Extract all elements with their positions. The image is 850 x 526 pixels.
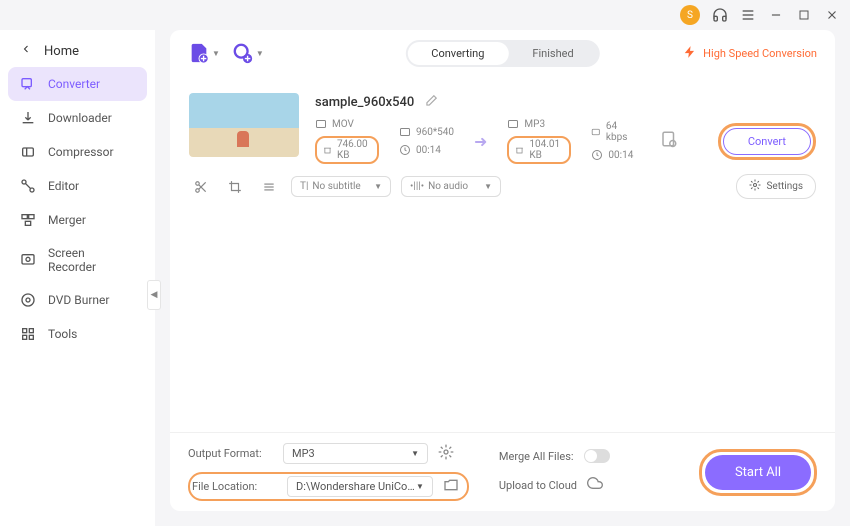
lightning-icon bbox=[683, 45, 697, 62]
sidebar-item-label: Tools bbox=[48, 327, 77, 341]
dvd-burner-icon bbox=[20, 292, 36, 308]
convert-button[interactable]: Convert bbox=[723, 128, 811, 155]
dst-bitrate: 64 kbps bbox=[591, 121, 633, 143]
sidebar-back-label: Home bbox=[44, 44, 79, 59]
src-resolution: 960*540 bbox=[399, 126, 454, 138]
chevron-down-icon: ▼ bbox=[416, 482, 424, 491]
sidebar-item-label: Converter bbox=[48, 77, 100, 91]
tools-icon bbox=[20, 326, 36, 342]
src-duration: 00:14 bbox=[399, 144, 454, 156]
arrow-icon: ➜ bbox=[474, 132, 487, 151]
sidebar-item-label: Compressor bbox=[48, 145, 114, 159]
output-settings-icon[interactable] bbox=[438, 444, 454, 464]
subtitle-icon: T| bbox=[300, 181, 308, 192]
sidebar-item-dvd-burner[interactable]: DVD Burner bbox=[0, 283, 155, 317]
merge-label: Merge All Files: bbox=[499, 450, 574, 463]
chevron-down-icon: ▼ bbox=[374, 182, 382, 191]
src-format: MOV bbox=[315, 118, 379, 130]
maximize-icon[interactable] bbox=[796, 7, 812, 23]
audio-icon: •|||• bbox=[410, 181, 424, 192]
close-icon[interactable] bbox=[824, 7, 840, 23]
start-all-button[interactable]: Start All bbox=[705, 455, 811, 490]
file-location-select[interactable]: D:\Wondershare UniConverter 1 ▼ bbox=[287, 476, 433, 497]
video-thumbnail[interactable] bbox=[189, 93, 299, 157]
tabs: Converting Finished bbox=[405, 40, 599, 67]
output-format-label: Output Format: bbox=[188, 447, 273, 460]
dst-duration: 00:14 bbox=[591, 149, 633, 161]
cloud-icon[interactable] bbox=[587, 475, 603, 495]
sidebar: Home Converter Downloader Compressor Edi… bbox=[0, 30, 155, 526]
minimize-icon[interactable] bbox=[768, 7, 784, 23]
merger-icon bbox=[20, 212, 36, 228]
upload-label: Upload to Cloud bbox=[499, 479, 577, 492]
dst-format: MP3 bbox=[507, 118, 571, 130]
tab-finished[interactable]: Finished bbox=[508, 42, 597, 65]
rename-icon[interactable] bbox=[424, 93, 438, 112]
audio-select[interactable]: •|||•No audio ▼ bbox=[401, 176, 501, 197]
back-icon bbox=[20, 43, 32, 59]
add-file-icon bbox=[188, 42, 210, 64]
dst-size: 104.01 KB bbox=[507, 136, 571, 164]
sidebar-item-downloader[interactable]: Downloader bbox=[0, 101, 155, 135]
high-speed-label: High Speed Conversion bbox=[703, 47, 817, 60]
settings-button[interactable]: Settings bbox=[736, 174, 816, 199]
file-settings-icon[interactable] bbox=[660, 130, 678, 152]
gear-icon bbox=[749, 179, 761, 194]
editor-icon bbox=[20, 178, 36, 194]
chevron-down-icon: ▼ bbox=[484, 182, 492, 191]
start-all-highlight: Start All bbox=[699, 449, 817, 496]
chevron-down-icon: ▼ bbox=[256, 49, 264, 58]
subtitle-select[interactable]: T|No subtitle ▼ bbox=[291, 176, 391, 197]
avatar[interactable]: S bbox=[680, 5, 700, 25]
file-row: sample_960x540 MOV 746.00 KB 960*540 00:… bbox=[188, 84, 817, 208]
add-file-button[interactable]: ▼ bbox=[188, 42, 220, 64]
compressor-icon bbox=[20, 144, 36, 160]
headset-icon[interactable] bbox=[712, 7, 728, 23]
converter-icon bbox=[20, 76, 36, 92]
sidebar-item-compressor[interactable]: Compressor bbox=[0, 135, 155, 169]
sidebar-back[interactable]: Home bbox=[0, 35, 155, 67]
sidebar-item-label: DVD Burner bbox=[48, 293, 109, 307]
add-url-icon bbox=[232, 42, 254, 64]
sidebar-item-label: Downloader bbox=[48, 111, 112, 125]
sidebar-item-screen-recorder[interactable]: Screen Recorder bbox=[0, 237, 155, 283]
file-location-label: File Location: bbox=[192, 480, 277, 493]
high-speed-conversion[interactable]: High Speed Conversion bbox=[683, 45, 817, 62]
downloader-icon bbox=[20, 110, 36, 126]
tab-converting[interactable]: Converting bbox=[407, 42, 508, 65]
open-folder-icon[interactable] bbox=[443, 477, 459, 497]
sidebar-item-merger[interactable]: Merger bbox=[0, 203, 155, 237]
merge-toggle[interactable] bbox=[584, 449, 610, 463]
sidebar-item-converter[interactable]: Converter bbox=[8, 67, 147, 101]
file-name: sample_960x540 bbox=[315, 95, 414, 110]
sidebar-item-editor[interactable]: Editor bbox=[0, 169, 155, 203]
menu-icon[interactable] bbox=[740, 7, 756, 23]
sidebar-item-label: Editor bbox=[48, 179, 79, 193]
convert-button-highlight: Convert bbox=[718, 123, 816, 160]
more-icon[interactable] bbox=[257, 175, 281, 199]
output-format-select[interactable]: MP3 ▼ bbox=[283, 443, 428, 464]
chevron-down-icon: ▼ bbox=[212, 49, 220, 58]
sidebar-item-label: Screen Recorder bbox=[48, 246, 135, 274]
sidebar-item-label: Merger bbox=[48, 213, 86, 227]
crop-icon[interactable] bbox=[223, 175, 247, 199]
chevron-down-icon: ▼ bbox=[411, 449, 419, 458]
sidebar-collapse-handle[interactable]: ◀ bbox=[147, 280, 161, 310]
sidebar-item-tools[interactable]: Tools bbox=[0, 317, 155, 351]
cut-icon[interactable] bbox=[189, 175, 213, 199]
add-url-button[interactable]: ▼ bbox=[232, 42, 264, 64]
src-size: 746.00 KB bbox=[315, 136, 379, 164]
screen-recorder-icon bbox=[20, 252, 36, 268]
